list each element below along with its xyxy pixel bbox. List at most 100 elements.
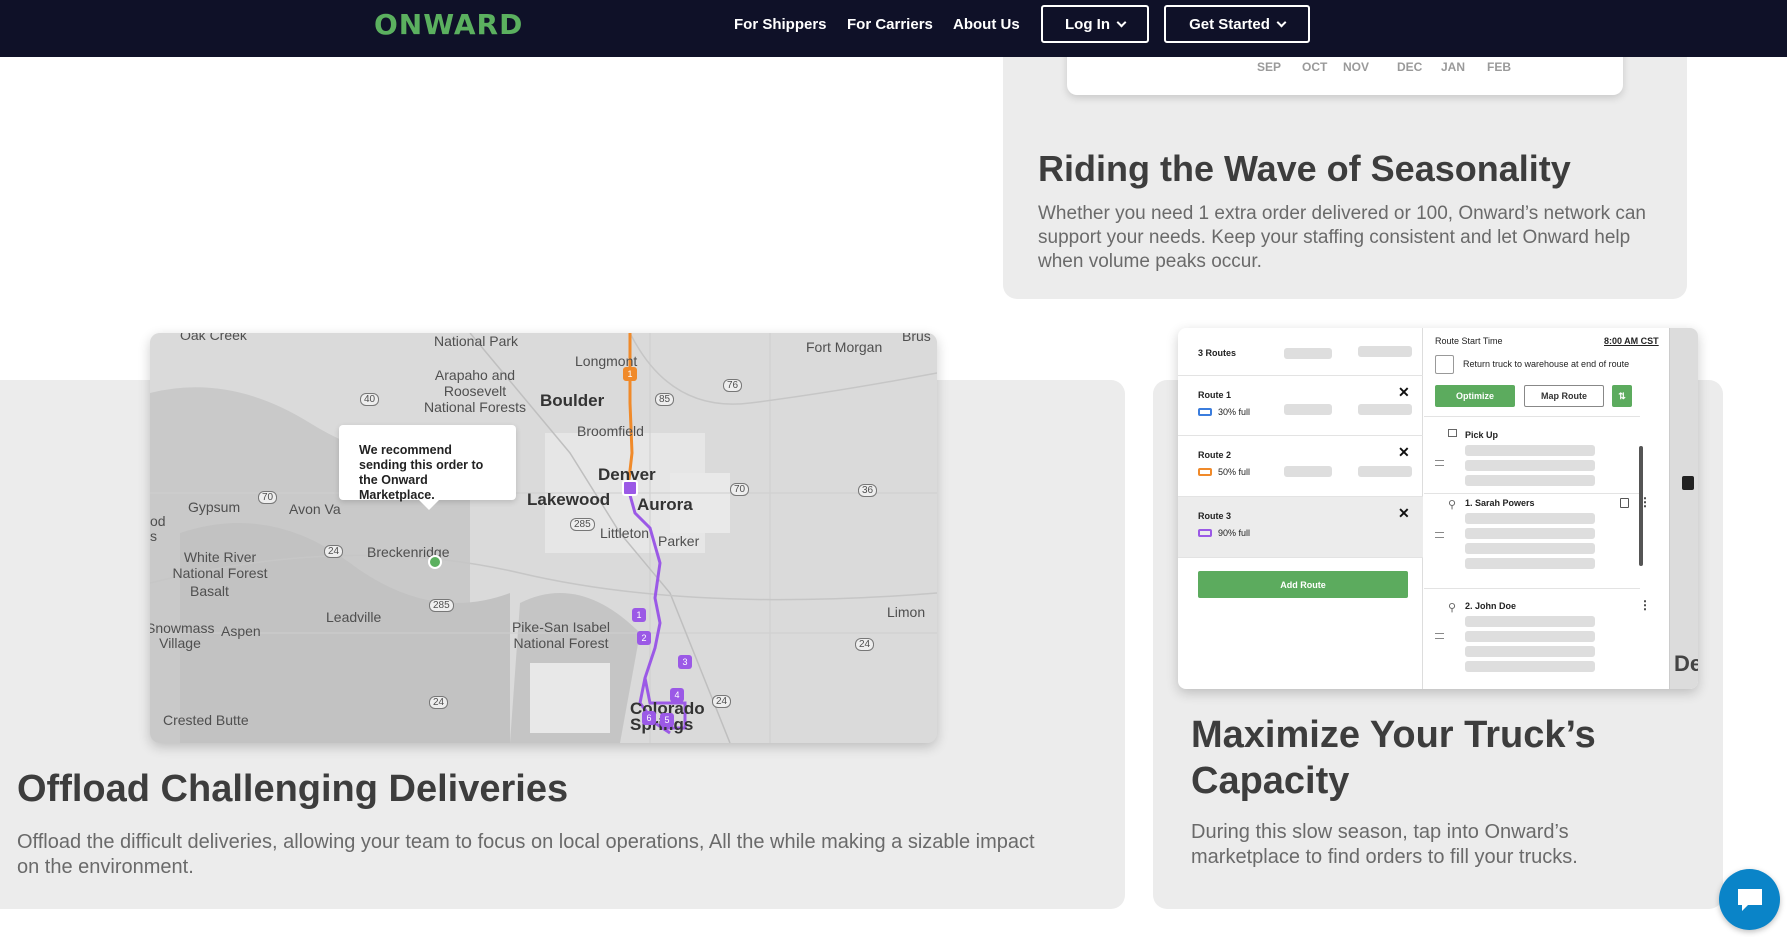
placeholder-bar bbox=[1465, 543, 1595, 554]
month-label: JAN bbox=[1441, 60, 1466, 74]
truck-icon bbox=[1198, 468, 1212, 476]
highway-shield: 40 bbox=[360, 393, 380, 406]
login-label: Log In bbox=[1065, 15, 1110, 33]
nav-link-about-us[interactable]: About Us bbox=[953, 16, 1020, 33]
stop-marker[interactable]: 2 bbox=[637, 631, 651, 645]
month-label: NOV bbox=[1343, 60, 1370, 74]
route-fill: 50% full bbox=[1218, 467, 1251, 477]
highway-shield: 76 bbox=[723, 379, 743, 392]
map-label-od: od bbox=[150, 513, 166, 529]
start-time-value[interactable]: 8:00 AM CST bbox=[1604, 336, 1659, 346]
maximize-text: During this slow season, tap into Onward… bbox=[1191, 821, 1578, 868]
stop-marker[interactable]: 4 bbox=[670, 688, 684, 702]
map-label-crested-butte: Crested Butte bbox=[163, 712, 249, 728]
map-label-gypsum: Gypsum bbox=[188, 499, 241, 515]
map-label-pike-san-isabel: Pike-San Isabel National Forest bbox=[511, 619, 611, 651]
route-name: Route 2 bbox=[1198, 450, 1232, 460]
highway-shield: 24 bbox=[429, 696, 449, 709]
highway-shield: 85 bbox=[655, 393, 675, 406]
truck-icon bbox=[1198, 408, 1212, 416]
divider bbox=[1424, 416, 1640, 417]
start-time-label: Route Start Time bbox=[1435, 336, 1503, 346]
map-label-lakewood: Lakewood bbox=[527, 490, 611, 509]
placeholder-bar bbox=[1465, 445, 1595, 456]
route-row-3[interactable]: Route 3 90% full ✕ bbox=[1178, 497, 1423, 558]
map-label-aspen: Aspen bbox=[221, 623, 261, 639]
map-marker-icon bbox=[1682, 476, 1694, 490]
divider bbox=[1424, 493, 1640, 494]
close-icon[interactable]: ✕ bbox=[1398, 505, 1410, 522]
nav-link-for-shippers[interactable]: For Shippers bbox=[734, 16, 827, 33]
highway-shield: 24 bbox=[712, 695, 732, 708]
sort-icon[interactable]: ⇅ bbox=[1612, 385, 1632, 407]
orange-stop-marker[interactable]: 1 bbox=[623, 367, 637, 381]
chat-bubble-icon bbox=[1737, 888, 1762, 911]
map-label-basalt: Basalt bbox=[190, 583, 229, 599]
placeholder-bar bbox=[1284, 404, 1332, 415]
route-row-1[interactable]: Route 1 30% full ✕ bbox=[1178, 376, 1423, 436]
drag-handle-icon[interactable] bbox=[1435, 532, 1444, 538]
routes-count: 3 Routes bbox=[1198, 348, 1237, 358]
chevron-down-icon bbox=[1116, 17, 1127, 27]
seasonality-title: Riding the Wave of Seasonality bbox=[1038, 148, 1571, 189]
onward-logo[interactable]: ONWARD bbox=[374, 8, 523, 41]
notes-icon[interactable] bbox=[1620, 498, 1629, 508]
placeholder-bar bbox=[1465, 558, 1595, 569]
map-route-button[interactable]: Map Route bbox=[1524, 385, 1604, 407]
stop-marker[interactable]: 5 bbox=[660, 713, 674, 727]
maximize-title: Maximize Your Truck’s Capacity bbox=[1191, 714, 1596, 802]
map-label-s: s bbox=[150, 528, 157, 544]
map-label-parker: Parker bbox=[658, 533, 700, 549]
warehouse-marker-icon[interactable] bbox=[622, 480, 638, 496]
route-name: Route 1 bbox=[1198, 390, 1232, 400]
highway-shield: 285 bbox=[429, 599, 454, 612]
route-row-2[interactable]: Route 2 50% full ✕ bbox=[1178, 436, 1423, 497]
get-started-button[interactable]: Get Started bbox=[1164, 5, 1310, 43]
return-checkbox[interactable] bbox=[1435, 355, 1454, 374]
divider bbox=[1424, 588, 1640, 589]
month-label: FEB bbox=[1487, 60, 1511, 74]
placeholder-bar bbox=[1465, 661, 1595, 672]
map-pin-icon[interactable] bbox=[428, 555, 442, 569]
highway-shield: 24 bbox=[855, 638, 875, 651]
placeholder-bar bbox=[1284, 466, 1332, 477]
map-label-leadville: Leadville bbox=[326, 609, 382, 625]
placeholder-bar bbox=[1358, 466, 1412, 477]
route-map[interactable]: Oak Creek National Park Longmont Fort Mo… bbox=[150, 333, 937, 743]
more-options-icon[interactable]: ⋮ bbox=[1639, 599, 1651, 611]
highway-shield: 285 bbox=[570, 518, 595, 531]
location-pin-icon: ⚲ bbox=[1448, 602, 1457, 614]
highway-shield: 70 bbox=[730, 483, 750, 496]
seasonality-text: Whether you need 1 extra order delivered… bbox=[1038, 203, 1646, 272]
placeholder-bar bbox=[1465, 513, 1595, 524]
mini-map[interactable]: De bbox=[1669, 328, 1698, 689]
add-route-button[interactable]: Add Route bbox=[1198, 571, 1408, 598]
map-label-limon: Limon bbox=[887, 604, 926, 620]
page: ONWARD For Shippers For Carriers About U… bbox=[0, 0, 1787, 937]
close-icon[interactable]: ✕ bbox=[1398, 444, 1410, 461]
close-icon[interactable]: ✕ bbox=[1398, 384, 1410, 401]
map-label-denver-partial: De bbox=[1674, 651, 1698, 676]
drag-handle-icon[interactable] bbox=[1435, 460, 1444, 466]
map-label-white-river: White River National Forest bbox=[172, 549, 268, 581]
drag-handle-icon[interactable] bbox=[1435, 633, 1444, 639]
routes-header: 3 Routes bbox=[1178, 328, 1423, 376]
chat-button[interactable] bbox=[1719, 869, 1780, 930]
placeholder-bar bbox=[1465, 646, 1595, 657]
scrollbar[interactable] bbox=[1639, 446, 1643, 566]
map-label-oak-creek: Oak Creek bbox=[180, 333, 247, 343]
placeholder-bar bbox=[1465, 528, 1595, 539]
stop-marker[interactable]: 3 bbox=[678, 655, 692, 669]
map-label-brush: Brus bbox=[902, 333, 931, 344]
optimize-button[interactable]: Optimize bbox=[1435, 385, 1515, 407]
nav-link-for-carriers[interactable]: For Carriers bbox=[847, 16, 933, 33]
truck-icon bbox=[1198, 529, 1212, 537]
stop-marker[interactable]: 1 bbox=[632, 608, 646, 622]
login-button[interactable]: Log In bbox=[1041, 5, 1149, 43]
offload-title: Offload Challenging Deliveries bbox=[17, 768, 569, 810]
month-label: OCT bbox=[1302, 60, 1328, 74]
stop-marker[interactable]: 6 bbox=[642, 711, 656, 725]
placeholder-bar bbox=[1284, 348, 1332, 359]
map-label-aurora: Aurora bbox=[637, 495, 693, 514]
get-started-label: Get Started bbox=[1189, 15, 1270, 33]
